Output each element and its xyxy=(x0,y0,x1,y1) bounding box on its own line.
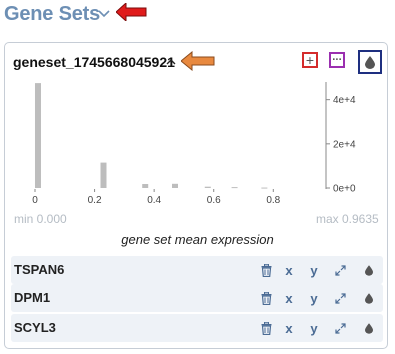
expand-icon[interactable] xyxy=(333,261,347,279)
gene-name[interactable]: TSPAN6 xyxy=(14,262,64,277)
histogram-max-label: max 0.9635 xyxy=(316,212,379,226)
expression-histogram: 0 0.2 0.4 0.6 0.8 0e+0 2e+4 4e+4 xyxy=(32,82,356,206)
more-options-button[interactable]: ··· xyxy=(329,52,345,68)
expand-icon[interactable] xyxy=(333,319,347,337)
x-tick-label: 0.8 xyxy=(266,195,280,206)
gene-row[interactable]: SCYL3 x y xyxy=(11,314,383,342)
ellipsis-icon: ··· xyxy=(332,53,342,66)
x-tick-label: 0.4 xyxy=(147,195,161,206)
chevron-up-icon[interactable] xyxy=(165,56,177,68)
histogram-bar xyxy=(34,83,41,188)
histogram-bar xyxy=(261,187,268,189)
arrow-annotation-icon xyxy=(181,51,215,71)
set-y-axis-button[interactable]: y xyxy=(307,289,321,307)
set-y-axis-button[interactable]: y xyxy=(307,261,321,279)
droplet-icon[interactable] xyxy=(363,319,375,337)
droplet-icon[interactable] xyxy=(363,261,375,279)
gene-name[interactable]: SCYL3 xyxy=(14,320,56,335)
chevron-down-icon[interactable] xyxy=(97,7,111,21)
panel-title: Gene Sets xyxy=(4,3,101,25)
color-by-geneset-button[interactable] xyxy=(358,50,382,74)
expand-icon[interactable] xyxy=(333,289,347,307)
plus-icon: + xyxy=(305,52,315,68)
histogram-bar xyxy=(100,162,107,188)
trash-icon[interactable] xyxy=(259,319,273,337)
gene-row[interactable]: TSPAN6 x y xyxy=(11,256,383,284)
droplet-icon[interactable] xyxy=(363,289,375,307)
set-x-axis-button[interactable]: x xyxy=(282,261,296,279)
histogram-bar xyxy=(231,187,238,189)
set-x-axis-button[interactable]: x xyxy=(282,319,296,337)
arrow-annotation-icon xyxy=(116,3,147,21)
trash-icon[interactable] xyxy=(259,289,273,307)
histogram-bar xyxy=(142,184,149,188)
y-tick-label: 0e+0 xyxy=(333,184,356,195)
x-tick-label: 0 xyxy=(32,195,38,206)
gene-row[interactable]: DPM1 x y xyxy=(11,284,383,312)
histogram-bar xyxy=(204,186,211,188)
droplet-icon xyxy=(365,55,375,69)
add-gene-button[interactable]: + xyxy=(302,52,318,68)
histogram-min-label: min 0.000 xyxy=(14,212,67,226)
trash-icon[interactable] xyxy=(259,261,273,279)
set-y-axis-button[interactable]: y xyxy=(307,319,321,337)
geneset-name[interactable]: geneset_1745668045921 xyxy=(13,54,175,70)
gene-name[interactable]: DPM1 xyxy=(14,290,50,305)
x-tick-label: 0.6 xyxy=(207,195,221,206)
y-tick-label: 4e+4 xyxy=(333,95,356,106)
histogram-x-title: gene set mean expression xyxy=(121,232,274,247)
y-tick-label: 2e+4 xyxy=(333,139,356,150)
histogram-bar xyxy=(172,183,178,188)
x-tick-label: 0.2 xyxy=(88,195,102,206)
set-x-axis-button[interactable]: x xyxy=(282,289,296,307)
